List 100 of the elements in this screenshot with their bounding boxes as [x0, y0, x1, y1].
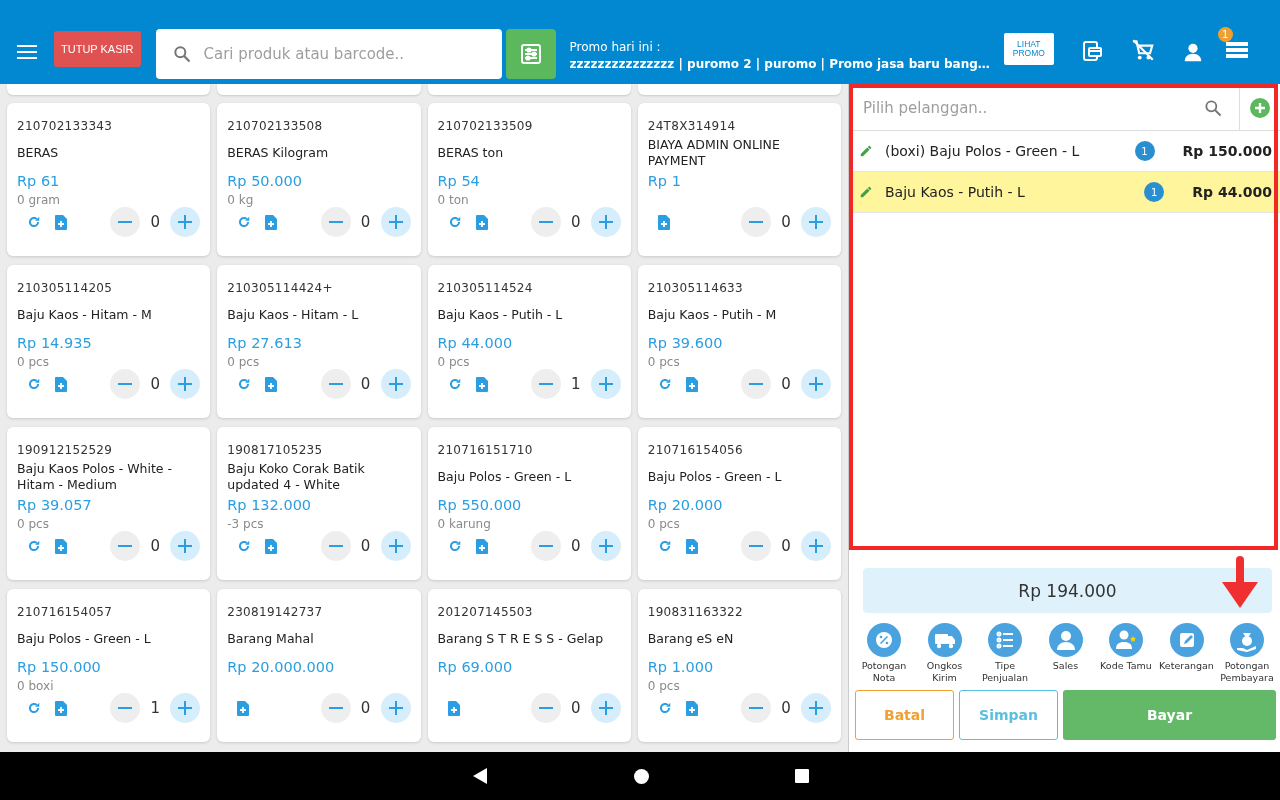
product-card[interactable]: 230819142737 Barang Mahal Rp 20.000.000 0 [217, 589, 421, 742]
add-file-icon[interactable] [685, 376, 698, 392]
refresh-icon[interactable] [27, 377, 41, 391]
decrease-button[interactable] [320, 369, 351, 399]
plus-icon [388, 215, 403, 229]
action-button[interactable]: Sales [1036, 623, 1095, 684]
increase-button[interactable] [170, 531, 201, 561]
pencil-icon[interactable] [859, 144, 873, 158]
view-promo-button[interactable]: LIHAT PROMO [1003, 33, 1054, 65]
add-file-icon[interactable] [55, 214, 67, 230]
product-stock: 0 kg [227, 193, 254, 207]
increase-button[interactable] [801, 207, 831, 237]
add-file-icon[interactable] [265, 538, 278, 554]
action-button[interactable]: Ongkos Kirim [915, 623, 974, 684]
refresh-icon[interactable] [237, 215, 252, 229]
decrease-button[interactable] [110, 207, 141, 237]
add-file-icon[interactable] [55, 700, 67, 716]
add-file-icon[interactable] [265, 376, 278, 392]
increase-button[interactable] [801, 693, 831, 723]
product-card[interactable]: 210702133343 BERAS Rp 61 0 gram 0 [7, 103, 211, 256]
increase-button[interactable] [590, 207, 621, 237]
product-card[interactable]: 190817105235 Baju Koko Corak Batik updated 4 - White Rp 132.000 -3 pcs 0 [217, 427, 421, 580]
increase-button[interactable] [590, 531, 621, 561]
add-file-icon[interactable] [55, 376, 67, 392]
increase-button[interactable] [170, 693, 201, 723]
add-file-icon[interactable] [475, 376, 488, 392]
refresh-icon[interactable] [237, 377, 252, 391]
decrease-button[interactable] [530, 207, 561, 237]
decrease-button[interactable] [110, 369, 141, 399]
increase-button[interactable] [380, 207, 411, 237]
increase-button[interactable] [801, 531, 831, 561]
recents-icon[interactable] [794, 769, 809, 783]
product-card[interactable]: 210716151710 Baju Polos - Green - L Rp 550.000 0 karung 0 [427, 427, 631, 580]
refresh-icon[interactable] [447, 539, 462, 553]
increase-button[interactable] [170, 207, 201, 237]
add-file-icon[interactable] [55, 538, 67, 554]
decrease-button[interactable] [530, 531, 561, 561]
increase-button[interactable] [590, 369, 621, 399]
product-card[interactable]: 190831163322 Barang eS eN Rp 1.000 0 pcs 0 [637, 589, 841, 742]
product-card[interactable]: 201207145503 Barang S T R E S S - Gelap Rp 69.000 0 [427, 589, 631, 742]
increase-button[interactable] [801, 369, 831, 399]
refresh-icon[interactable] [447, 377, 462, 391]
refresh-icon[interactable] [657, 377, 672, 391]
refresh-icon[interactable] [27, 701, 41, 715]
decrease-button[interactable] [110, 693, 141, 723]
product-card[interactable]: 210716154056 Baju Polos - Green - L Rp 20.000 0 pcs 0 [637, 427, 841, 580]
increase-button[interactable] [380, 369, 411, 399]
decrease-button[interactable] [110, 531, 141, 561]
action-button[interactable]: Tipe Penjualan [976, 623, 1034, 684]
action-button[interactable]: Keterangan [1157, 623, 1216, 684]
increase-button[interactable] [170, 369, 201, 399]
action-button[interactable]: Potongan Nota [855, 623, 913, 684]
filter-button[interactable] [505, 29, 556, 79]
product-card[interactable]: 210702133509 BERAS ton Rp 54 0 ton 0 [427, 103, 631, 256]
decrease-button[interactable] [741, 207, 771, 237]
add-file-icon[interactable] [447, 700, 460, 716]
refresh-icon[interactable] [27, 539, 41, 553]
back-icon[interactable] [471, 768, 488, 784]
add-file-icon[interactable] [475, 538, 488, 554]
product-card[interactable]: 210702133508 BERAS Kilogram Rp 50.000 0 kg 0 [217, 103, 421, 256]
increase-button[interactable] [380, 531, 411, 561]
minus-icon [118, 221, 133, 223]
refresh-icon[interactable] [27, 215, 41, 229]
decrease-button[interactable] [741, 369, 771, 399]
search-field[interactable]: Cari produk atau barcode.. [155, 29, 502, 79]
decrease-button[interactable] [530, 693, 561, 723]
add-file-icon[interactable] [657, 214, 670, 230]
decrease-button[interactable] [320, 531, 351, 561]
list-menu-icon[interactable] [1225, 39, 1248, 59]
action-button[interactable]: Potongan Pembayara [1218, 623, 1276, 684]
add-file-icon[interactable] [685, 538, 698, 554]
home-icon[interactable] [633, 768, 649, 784]
close-register-button[interactable]: TUTUP KASIR [54, 31, 141, 67]
menu-icon[interactable] [17, 45, 37, 59]
increase-button[interactable] [380, 693, 411, 723]
refresh-icon[interactable] [657, 539, 672, 553]
product-card[interactable]: 190912152529 Baju Kaos Polos - White - Hitam - Medium Rp 39.057 0 pcs 0 [7, 427, 211, 580]
refresh-icon[interactable] [237, 539, 252, 553]
product-card[interactable]: 24T8X314914 BIAYA ADMIN ONLINE PAYMENT Rp 1 0 [637, 103, 841, 256]
decrease-button[interactable] [741, 531, 771, 561]
increase-button[interactable] [590, 693, 621, 723]
add-file-icon[interactable] [475, 214, 488, 230]
add-file-icon[interactable] [237, 700, 250, 716]
product-card[interactable]: 210305114633 Baju Kaos - Putih - M Rp 39.600 0 pcs 0 [637, 265, 841, 418]
product-card[interactable]: 210305114524 Baju Kaos - Putih - L Rp 44.000 0 pcs 1 [427, 265, 631, 418]
quantity: 0 [780, 375, 792, 393]
pencil-icon[interactable] [859, 185, 873, 199]
decrease-button[interactable] [741, 693, 771, 723]
add-file-icon[interactable] [265, 214, 278, 230]
add-file-icon[interactable] [685, 700, 698, 716]
decrease-button[interactable] [320, 207, 351, 237]
action-button[interactable]: Kode Tamu [1097, 623, 1155, 684]
refresh-icon[interactable] [447, 215, 462, 229]
product-card[interactable]: 210305114424+ Baju Kaos - Hitam - L Rp 27.613 0 pcs 0 [217, 265, 421, 418]
product-card[interactable]: 210305114205 Baju Kaos - Hitam - M Rp 14.935 0 pcs 0 [7, 265, 211, 418]
decrease-button[interactable] [320, 693, 351, 723]
decrease-button[interactable] [530, 369, 561, 399]
total-bar[interactable]: Rp 194.000 [863, 568, 1272, 613]
product-card[interactable]: 210716154057 Baju Polos - Green - L Rp 150.000 0 boxi 1 [7, 589, 211, 742]
refresh-icon[interactable] [657, 701, 672, 715]
